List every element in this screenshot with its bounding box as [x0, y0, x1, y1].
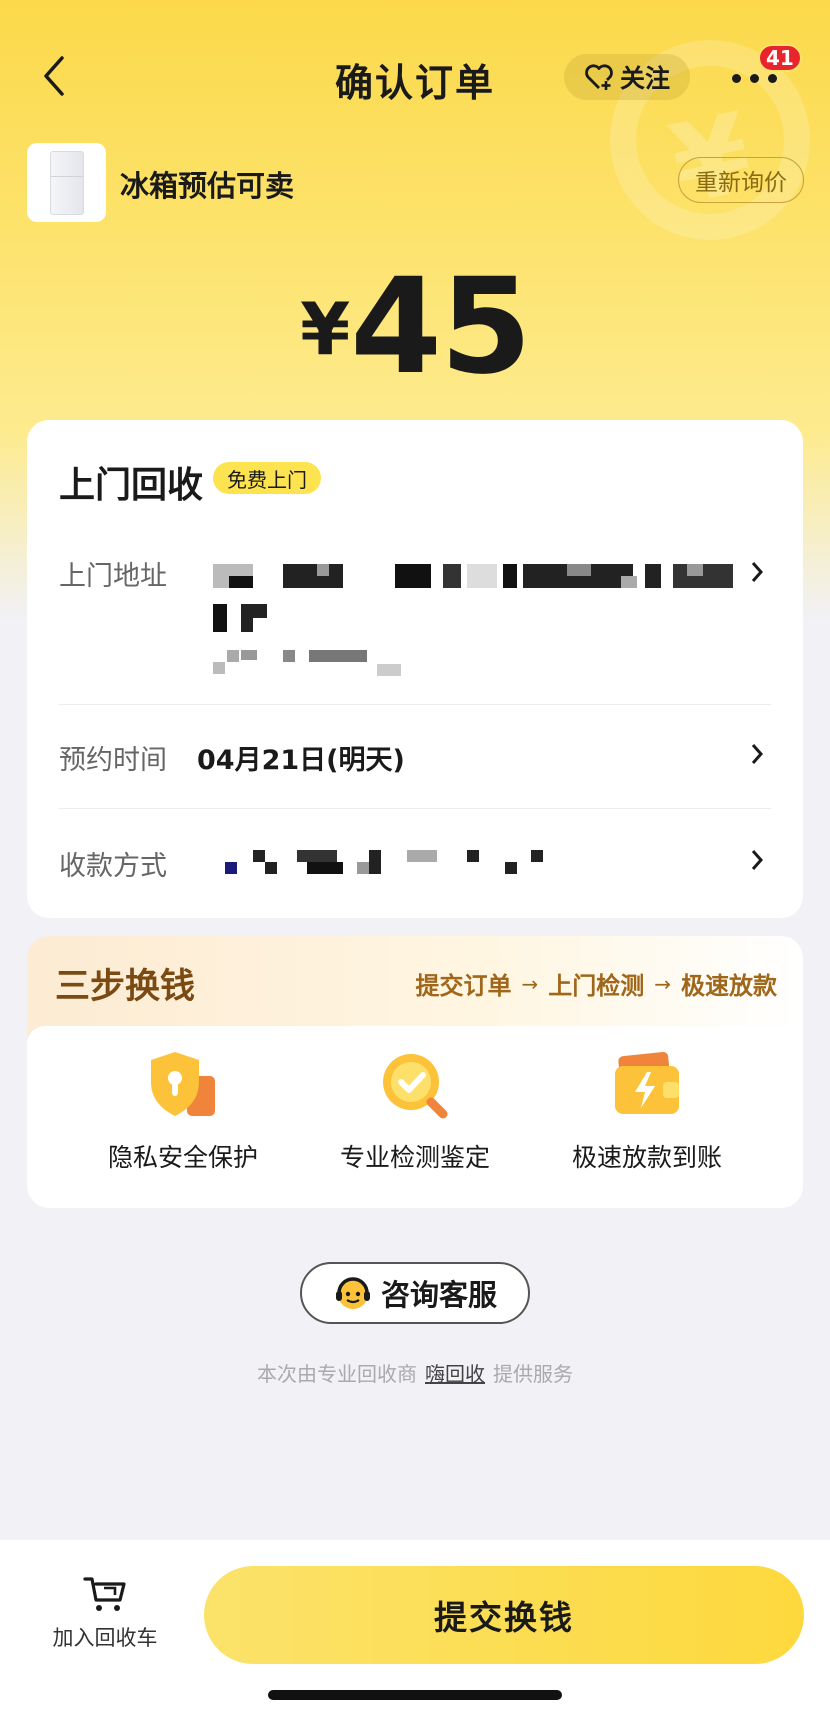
follow-button[interactable]: 关注	[564, 54, 690, 100]
more-dot	[750, 74, 759, 83]
steps-flow: 提交订单 → 上门检测 → 极速放款	[415, 966, 777, 1001]
pickup-title: 上门回收	[59, 465, 204, 506]
provider-notice: 本次由专业回收商 嗨回收 提供服务	[0, 1358, 830, 1387]
chevron-right-icon	[751, 850, 764, 870]
chevron-right-icon	[751, 562, 764, 582]
pickup-card: 上门回收 免费上门 上门地址 预约时间 04月21日(明天) 收款方式	[27, 420, 803, 918]
provider-suffix: 提供服务	[493, 1362, 573, 1386]
estimated-price: ¥45	[0, 250, 830, 404]
payment-label: 收款方式	[59, 851, 167, 882]
time-value: 04月21日(明天)	[197, 745, 405, 776]
page-title: 确认订单	[334, 61, 495, 105]
divider	[59, 704, 771, 705]
provider-link[interactable]: 嗨回收	[425, 1362, 485, 1386]
cart-label: 加入回收车	[52, 1626, 158, 1650]
lightning-wallet-icon	[615, 1051, 679, 1114]
arrow-right-icon: →	[521, 971, 539, 996]
chevron-right-icon	[751, 744, 764, 764]
product-thumbnail	[27, 143, 106, 222]
steps-title: 三步换钱	[55, 967, 196, 1007]
cart-icon	[83, 1577, 126, 1611]
time-label: 预约时间	[59, 745, 167, 776]
consult-label: 咨询客服	[380, 1278, 497, 1312]
feature-privacy: 隐私安全保护	[63, 1048, 303, 1174]
home-indicator	[268, 1690, 562, 1700]
top-nav-bar: 确认订单 关注 41	[0, 40, 830, 110]
product-name: 冰箱预估可卖	[120, 169, 295, 203]
step-submit-order: 提交订单	[415, 972, 512, 1000]
divider	[59, 808, 771, 809]
add-to-recycle-cart-button[interactable]: 加入回收车	[30, 1574, 180, 1652]
currency-symbol: ¥	[300, 287, 351, 371]
bottom-action-bar: 加入回收车 提交换钱	[0, 1540, 830, 1716]
arrow-right-icon: →	[654, 971, 671, 996]
free-pickup-tag: 免费上门	[213, 462, 321, 494]
features-row: 隐私安全保护 专业检测鉴定 极速放款到账	[27, 1026, 803, 1208]
more-dot	[768, 74, 777, 83]
check-magnifier-icon	[383, 1054, 448, 1119]
follow-label: 关注	[619, 64, 670, 93]
feature-label: 专业检测鉴定	[339, 1143, 490, 1172]
notification-badge: 41	[758, 44, 802, 72]
three-steps-card: 三步换钱 提交订单 → 上门检测 → 极速放款 隐私安全保护 专业检测鉴定 极速…	[27, 936, 803, 1208]
customer-service-button[interactable]: 咨询客服	[300, 1262, 530, 1324]
provider-prefix: 本次由专业回收商	[257, 1362, 417, 1386]
requote-button[interactable]: 重新询价	[678, 157, 804, 203]
price-amount: 45	[350, 250, 532, 404]
heart-plus-icon	[585, 64, 613, 90]
more-dots-icon	[732, 74, 741, 83]
shield-lock-icon	[151, 1052, 215, 1116]
submit-button[interactable]: 提交换钱	[204, 1566, 804, 1664]
step-inspection: 上门检测	[548, 972, 645, 1000]
headset-icon	[335, 1277, 370, 1309]
feature-label: 极速放款到账	[571, 1143, 722, 1172]
fridge-image	[49, 150, 84, 215]
feature-fast-payout: 极速放款到账	[527, 1048, 767, 1174]
step-payout: 极速放款	[681, 972, 777, 1000]
feature-label: 隐私安全保护	[107, 1143, 258, 1172]
address-label: 上门地址	[59, 561, 167, 592]
feature-inspection: 专业检测鉴定	[295, 1048, 535, 1174]
